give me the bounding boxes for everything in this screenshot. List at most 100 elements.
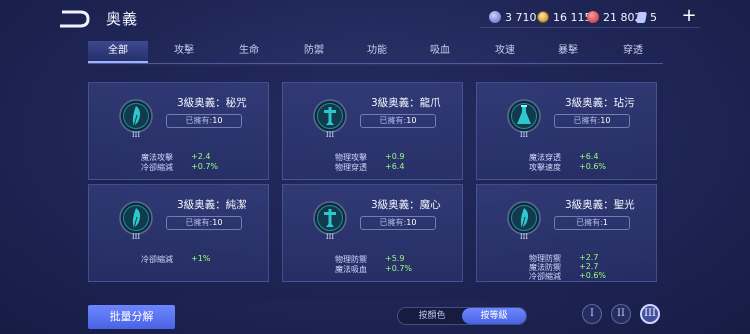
emblem-level: III xyxy=(325,233,335,241)
arcana-card[interactable]: III 3級奥義：純潔已擁有:10 冷卻縮減 +1% xyxy=(88,184,269,282)
arcana-name: 3級奥義：秘咒 xyxy=(177,97,247,109)
stat-row: 冷卻縮減 +1% xyxy=(141,254,261,264)
owned-count-badge: 已擁有:10 xyxy=(554,114,630,128)
tab-health[interactable]: 生命 xyxy=(219,41,279,63)
stat-name: 冷卻縮減 xyxy=(141,255,173,264)
sort-by-color-option[interactable]: 按顏色 xyxy=(400,308,464,324)
stat-value: +2.4 xyxy=(191,152,211,161)
ruby-counter: 21 802 xyxy=(587,9,642,25)
stat-value: +0.7% xyxy=(191,162,219,171)
stat-value: +2.7 xyxy=(579,253,599,262)
stat-row: 物理攻擊 +0.9 xyxy=(335,152,455,162)
arcana-card[interactable]: III 3級奥義：秘咒已擁有:10 魔法攻擊 +2.4 冷卻縮減 +0.7% xyxy=(88,82,269,180)
owned-count: 1 xyxy=(602,218,608,227)
owned-label: 已擁有: xyxy=(185,218,213,227)
tabs-divider xyxy=(88,63,663,64)
arcana-card[interactable]: III 3級奥義：龍爪已擁有:10 物理攻擊 +0.9 物理穿透 +6.4 xyxy=(282,82,463,180)
owned-label: 已擁有: xyxy=(573,116,601,125)
emblem-level: III xyxy=(131,233,141,241)
tab-defense[interactable]: 防禦 xyxy=(284,41,344,63)
owned-count-badge: 已擁有:10 xyxy=(166,114,242,128)
owned-label: 已擁有: xyxy=(185,116,213,125)
stat-name: 冷卻縮減 xyxy=(141,163,173,172)
arcana-grid: III 3級奥義：秘咒 已擁有:10 魔法攻擊 +2.4 冷卻縮減 +0.7% III 3級奥義… xyxy=(88,66,663,301)
arcana-card[interactable]: III 3級奥義：魔心已擁有:10 物理防禦 +5.9 魔法吸血 +0.7% xyxy=(282,184,463,282)
ruby-icon xyxy=(587,11,599,23)
stat-row: 冷卻縮減 +0.7% xyxy=(141,162,261,172)
arcana-name: 3級奥義：聖光 xyxy=(565,199,635,211)
stat-name: 魔法吸血 xyxy=(335,265,367,274)
ticket-counter: 5 xyxy=(636,9,657,25)
owned-count: 10 xyxy=(212,218,223,227)
tab-critical[interactable]: 暴擊 xyxy=(538,41,598,63)
stat-value: +1% xyxy=(191,254,211,263)
owned-count-badge: 已擁有:10 xyxy=(166,216,242,230)
owned-count: 10 xyxy=(600,116,611,125)
level-filter-1[interactable]: I xyxy=(582,304,602,324)
owned-count: 10 xyxy=(212,116,223,125)
gem-icon xyxy=(489,11,501,23)
feather-icon: III xyxy=(507,199,541,241)
feather-icon: III xyxy=(119,199,153,241)
gold-amount: 16 115 xyxy=(553,10,592,24)
tab-utility[interactable]: 功能 xyxy=(347,41,407,63)
stat-value: +6.4 xyxy=(385,162,405,171)
tab-penetration[interactable]: 穿透 xyxy=(603,41,663,63)
tab-attack[interactable]: 攻擊 xyxy=(154,41,214,63)
stat-row: 攻擊速度 +0.6% xyxy=(529,162,649,172)
feather-icon: III xyxy=(119,97,153,139)
stat-value: +0.7% xyxy=(385,264,413,273)
category-tabs: 全部 攻擊 生命 防禦 功能 吸血 攻速 暴擊 穿透 xyxy=(88,41,663,63)
back-icon[interactable] xyxy=(58,9,92,29)
emblem-level: III xyxy=(519,131,529,139)
stat-row: 冷卻縮減 +0.6% xyxy=(529,271,649,281)
stat-name: 物理穿透 xyxy=(335,163,367,172)
page-title: 奥義 xyxy=(106,10,139,28)
stat-value: +0.6% xyxy=(579,162,607,171)
stat-name: 攻擊速度 xyxy=(529,163,561,172)
stat-row: 魔法穿透 +6.4 xyxy=(529,152,649,162)
stat-value: +5.9 xyxy=(385,254,405,263)
arcana-card[interactable]: III 3級奥義：聖光 已擁有:1 物理防禦 +2.7 魔法防禦 +2.7 冷卻縮減 +0.6% xyxy=(476,184,657,282)
resource-divider xyxy=(480,27,700,28)
stat-value: +0.6% xyxy=(579,271,607,280)
owned-count-badge: 已擁有:10 xyxy=(360,114,436,128)
arcana-name: 3級奥義：龍爪 xyxy=(371,97,441,109)
tab-lifesteal[interactable]: 吸血 xyxy=(410,41,470,63)
stat-row: 物理防禦 +5.9 xyxy=(335,254,455,264)
sort-toggle: 按顏色 按等級 xyxy=(397,307,527,325)
tab-attack-speed[interactable]: 攻速 xyxy=(475,41,535,63)
flask-icon: III xyxy=(507,97,541,139)
emblem-level: III xyxy=(325,131,335,139)
stat-row: 物理穿透 +6.4 xyxy=(335,162,455,172)
batch-disassemble-button[interactable]: 批量分解 xyxy=(88,305,175,329)
gem-counter: 3 710 xyxy=(489,9,537,25)
owned-label: 已擁有: xyxy=(379,116,407,125)
emblem-level: III xyxy=(519,233,529,241)
owned-count: 10 xyxy=(406,218,417,227)
stat-value: +2.7 xyxy=(579,262,599,271)
figure-icon: III xyxy=(313,199,347,241)
top-bar: 奥義 3 710 16 115 21 802 5 + xyxy=(0,0,750,36)
gold-coin-icon xyxy=(537,11,549,23)
arcana-name: 3級奥義：純潔 xyxy=(177,199,247,211)
owned-count: 10 xyxy=(406,116,417,125)
arcana-name: 3級奥義：玷污 xyxy=(565,97,635,109)
owned-label: 已擁有: xyxy=(576,218,603,227)
gem-amount: 3 710 xyxy=(505,10,537,24)
sort-by-level-option[interactable]: 按等級 xyxy=(462,308,526,324)
tab-all[interactable]: 全部 xyxy=(88,41,148,63)
arcana-card[interactable]: III 3級奥義：玷污已擁有:10 魔法穿透 +6.4 攻擊速度 +0.6% xyxy=(476,82,657,180)
figure-icon: III xyxy=(313,97,347,139)
stat-row: 魔法攻擊 +2.4 xyxy=(141,152,261,162)
owned-count-badge: 已擁有:1 xyxy=(554,216,630,230)
owned-count-badge: 已擁有:10 xyxy=(360,216,436,230)
owned-label: 已擁有: xyxy=(379,218,407,227)
add-currency-button[interactable]: + xyxy=(681,6,697,26)
gold-counter: 16 115 xyxy=(537,9,592,25)
level-filter-3[interactable]: III xyxy=(640,304,660,324)
stat-value: +0.9 xyxy=(385,152,405,161)
arcana-name: 3級奥義：魔心 xyxy=(371,199,441,211)
level-filter-2[interactable]: II xyxy=(611,304,631,324)
emblem-level: III xyxy=(131,131,141,139)
